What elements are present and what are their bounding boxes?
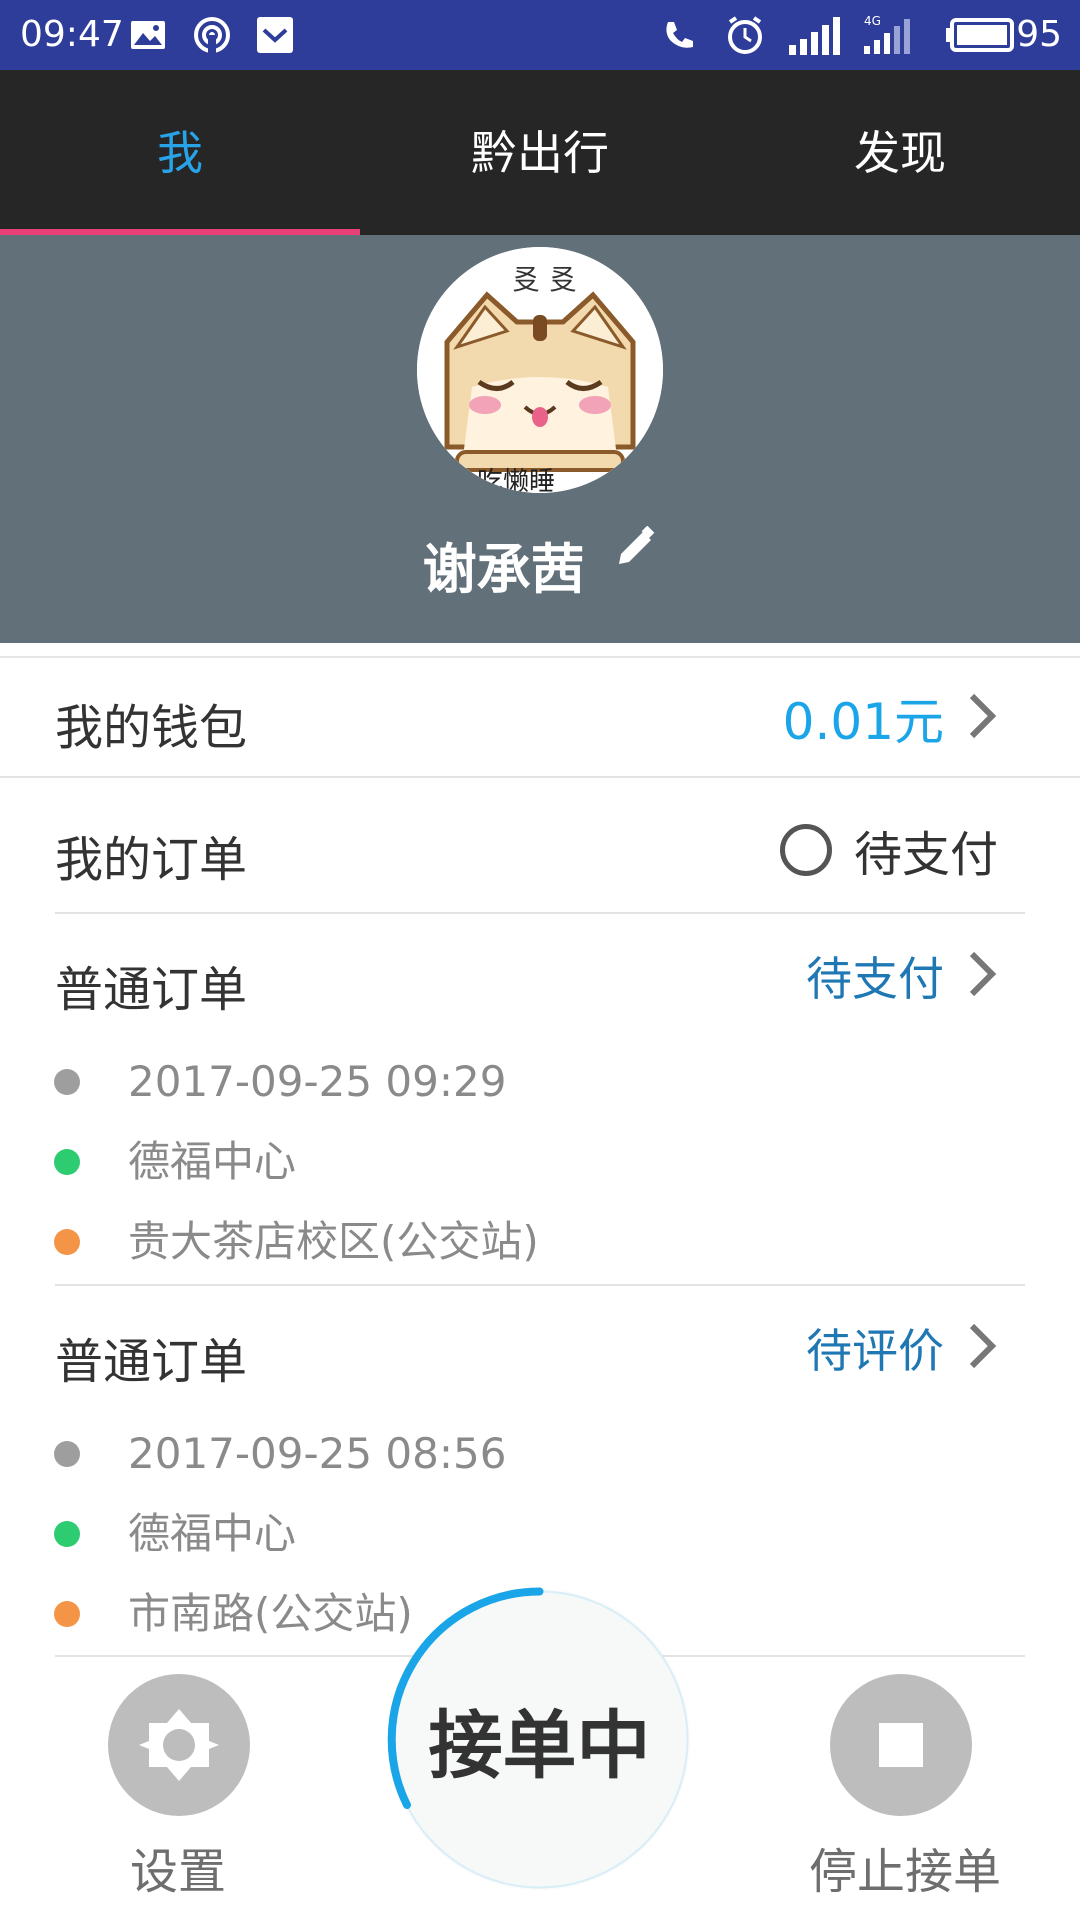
avatar[interactable]: 㕛 㕛 吃懒睡 [417,247,663,493]
order-time: 2017-09-25 09:29 [128,1057,507,1106]
order-status: 待支付 [806,952,944,1006]
order-start: 德福中心 [128,1137,297,1186]
profile-header: 㕛 㕛 吃懒睡 谢承茜 [0,235,1080,643]
accepting-orders-label: 接单中 [428,1703,651,1789]
order-start-row: 德福中心 [0,1132,1080,1192]
settings-button[interactable] [108,1674,250,1816]
status-bar: 09:47 4G 95 [0,0,1080,70]
order-card[interactable]: 普通订单 待支付 2017-09-25 09:29 德福中心 贵大茶店校区(公交… [0,914,1080,1284]
network-4g-icon: 4G [862,14,922,56]
order-status: 待评价 [806,1324,944,1378]
order-start-row: 德福中心 [0,1504,1080,1564]
start-dot-icon [54,1521,80,1547]
chevron-right-icon [966,1322,998,1374]
status-time: 09:47 [20,14,124,55]
battery-percent: 95 [1016,14,1062,55]
end-dot-icon [54,1229,80,1255]
mail-notification-icon [256,14,294,56]
wallet-label: 我的钱包 [55,700,248,756]
svg-text:4G: 4G [864,14,881,28]
filter-label: 待支付 [853,827,998,883]
pending-payment-filter[interactable]: 待支付 [779,820,1080,883]
username: 谢承茜 [422,538,585,601]
order-end: 贵大茶店校区(公交站) [128,1217,539,1266]
order-end-row: 贵大茶店校区(公交站) [0,1212,1080,1272]
tab-qian-chuxing[interactable]: 黔出行 [360,70,720,229]
battery-icon [946,14,1014,56]
wallet-balance: 0.01元 [782,693,944,751]
signal-strength-icon [787,14,845,56]
stop-accepting-button[interactable] [830,1674,972,1816]
hotspot-icon [192,14,232,56]
order-time-row: 2017-09-25 09:29 [0,1052,1080,1112]
stop-icon [879,1723,923,1767]
chevron-right-icon [966,692,998,744]
order-start: 德福中心 [128,1509,297,1558]
top-tab-bar: 我 黔出行 发现 [0,70,1080,235]
tab-discover[interactable]: 发现 [720,70,1080,229]
start-dot-icon [54,1149,80,1175]
order-type: 普通订单 [55,1334,248,1390]
chevron-right-icon [966,950,998,1002]
order-end: 市南路(公交站) [128,1589,413,1638]
end-dot-icon [54,1601,80,1627]
order-time: 2017-09-25 08:56 [128,1429,507,1478]
my-orders-row: 我的订单 待支付 [0,778,1080,912]
phone-call-icon [660,14,698,56]
radio-button-icon[interactable] [779,824,832,876]
settings-label: 设置 [129,1844,226,1900]
edit-pencil-icon[interactable] [615,518,657,581]
svg-text:吃懒睡: 吃懒睡 [477,467,555,493]
svg-text:㕛 㕛: 㕛 㕛 [512,263,577,296]
username-row: 谢承茜 [0,525,1080,604]
time-dot-icon [54,1069,80,1095]
gear-icon [139,1709,219,1781]
order-type: 普通订单 [55,962,248,1018]
cartoon-cat-avatar-icon: 㕛 㕛 吃懒睡 [417,247,663,493]
alarm-icon [724,14,766,56]
time-dot-icon [54,1441,80,1467]
stop-accepting-label: 停止接单 [808,1844,1001,1900]
image-notification-icon [130,14,166,56]
my-orders-label: 我的订单 [55,832,248,888]
order-time-row: 2017-09-25 08:56 [0,1424,1080,1484]
wallet-row[interactable]: 我的钱包 0.01元 [0,658,1080,776]
tab-me[interactable]: 我 [0,70,360,229]
